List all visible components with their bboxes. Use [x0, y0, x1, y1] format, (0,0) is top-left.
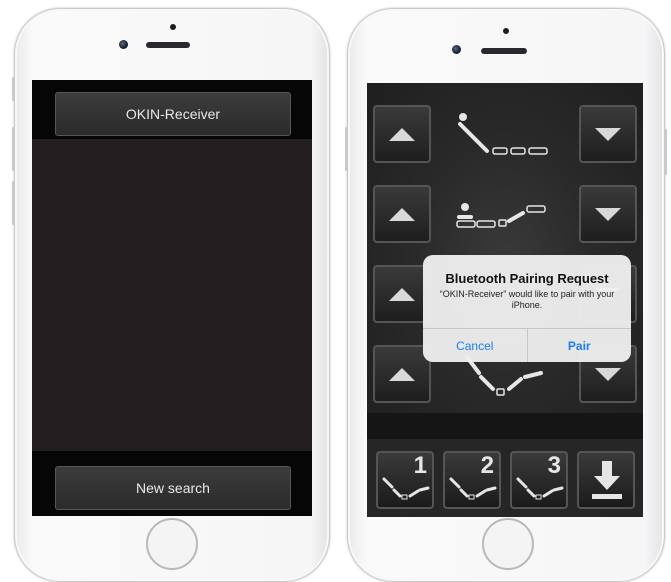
foot-down-button[interactable] — [579, 185, 637, 243]
volume-down-button — [12, 181, 15, 225]
home-button[interactable] — [482, 518, 534, 570]
foot-up-button[interactable] — [373, 185, 431, 243]
new-search-label: New search — [136, 480, 210, 496]
pair-button[interactable]: Pair — [526, 329, 632, 362]
flat-position-button[interactable] — [577, 451, 635, 509]
memory-3-button[interactable]: 3 — [510, 451, 568, 509]
volume-up-button — [12, 127, 15, 171]
screen-left: OKIN-Receiver New search — [32, 80, 312, 516]
alert-title: Bluetooth Pairing Request — [445, 271, 609, 286]
alert-message: “OKIN-Receiver” would like to pair with … — [439, 289, 615, 310]
phone-right: 1 2 3 Bluetooth Pairing Request “OKIN-Re… — [345, 8, 667, 582]
front-camera — [119, 40, 128, 49]
pair-label: Pair — [567, 338, 591, 353]
volume-up-button — [345, 127, 348, 171]
arrow-down-icon — [595, 207, 621, 221]
flat-download-icon — [592, 461, 622, 499]
device-okin-receiver-button[interactable]: OKIN-Receiver — [55, 92, 291, 136]
panel-divider — [367, 413, 643, 439]
device-list[interactable] — [32, 139, 312, 451]
foot-raise-icon — [456, 203, 546, 228]
memory-pose-icon — [449, 477, 497, 500]
proximity-sensor — [503, 28, 509, 34]
arrow-down-icon — [595, 367, 621, 381]
earpiece-speaker — [146, 42, 190, 48]
head-raise-icon — [458, 113, 548, 155]
bed-control-panel — [367, 83, 643, 413]
memory-bar: 1 2 3 — [367, 439, 643, 517]
arrow-down-icon — [595, 127, 621, 141]
arrow-up-icon — [389, 287, 415, 301]
new-search-button[interactable]: New search — [55, 466, 291, 510]
front-camera — [452, 45, 461, 54]
cancel-label: Cancel — [456, 338, 494, 353]
cancel-button[interactable]: Cancel — [423, 329, 527, 362]
arrow-up-icon — [389, 367, 415, 381]
proximity-sensor — [170, 24, 176, 30]
head-up-button[interactable] — [373, 105, 431, 163]
power-button — [664, 129, 667, 175]
screen-right: 1 2 3 Bluetooth Pairing Request “OKIN-Re… — [367, 83, 643, 517]
memory-2-button[interactable]: 2 — [443, 451, 501, 509]
device-name-label: OKIN-Receiver — [125, 106, 221, 122]
phone-left: OKIN-Receiver New search — [12, 8, 330, 582]
bluetooth-pairing-alert: Bluetooth Pairing Request “OKIN-Receiver… — [423, 255, 631, 362]
memory-pose-icon — [516, 477, 564, 500]
memory-pose-icon — [382, 477, 430, 500]
arrow-up-icon — [389, 127, 415, 141]
home-button[interactable] — [146, 518, 198, 570]
alert-actions: Cancel Pair — [423, 328, 631, 362]
mute-switch — [12, 77, 15, 101]
earpiece-speaker — [481, 48, 527, 54]
head-down-button[interactable] — [579, 105, 637, 163]
arrow-up-icon — [389, 207, 415, 221]
memory-1-button[interactable]: 1 — [376, 451, 434, 509]
